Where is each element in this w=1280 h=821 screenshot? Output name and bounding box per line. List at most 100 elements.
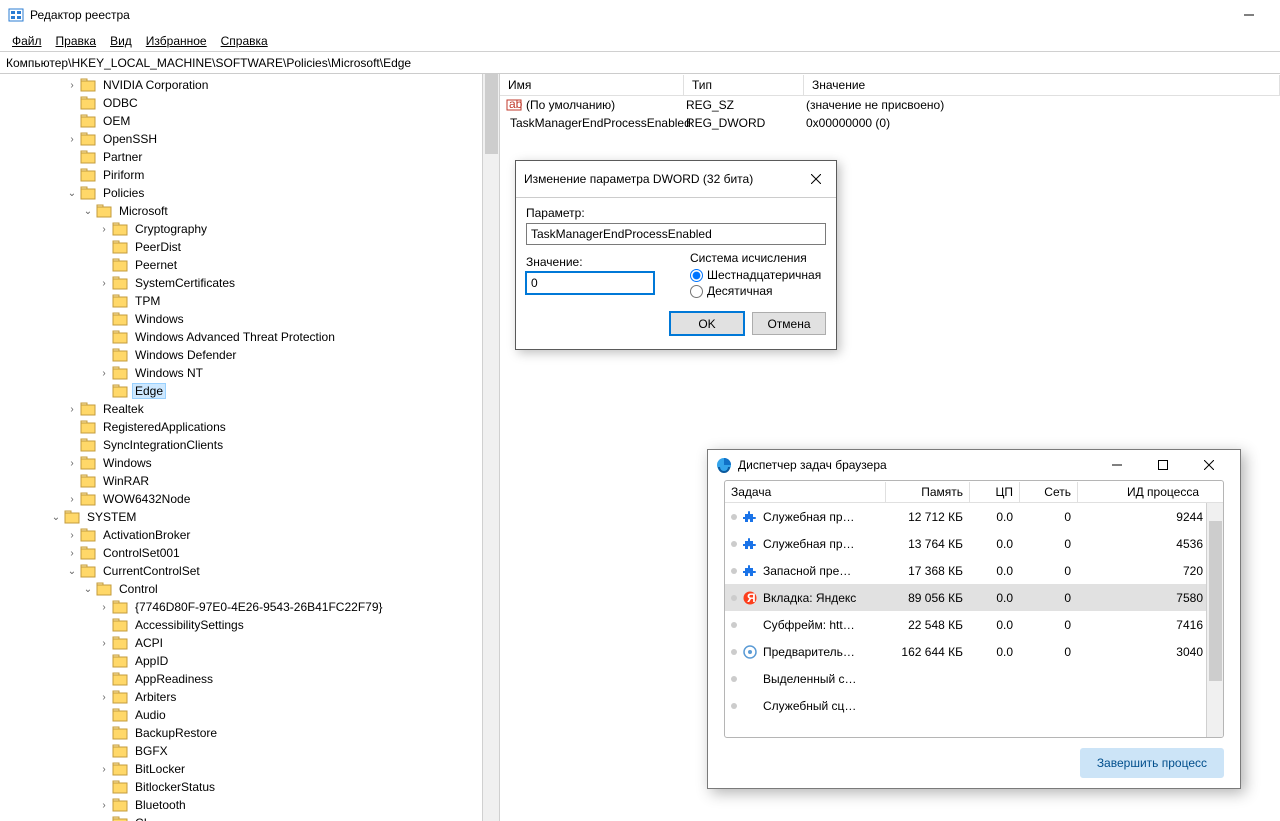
tree-item[interactable]: WinRAR [0,472,499,490]
col-name[interactable]: Имя [500,75,684,95]
process-row[interactable]: Выделенный с… [725,665,1223,692]
value-row[interactable]: ab(По умолчанию)REG_SZ(значение не присв… [500,96,1280,114]
tree-item[interactable]: Edge [0,382,499,400]
expander-icon[interactable]: › [64,494,80,505]
tree-scrollbar[interactable] [482,74,499,821]
tree-scroll-thumb[interactable] [485,74,498,154]
tree-item[interactable]: ›ACPI [0,634,499,652]
tree-item[interactable]: ›Arbiters [0,688,499,706]
tree-item[interactable]: ›ActivationBroker [0,526,499,544]
expander-icon[interactable]: › [64,80,80,91]
tree-item[interactable]: TPM [0,292,499,310]
cancel-button[interactable]: Отмена [752,312,826,335]
tree-item[interactable]: ›Bluetooth [0,796,499,814]
tree-item[interactable]: Piriform [0,166,499,184]
btm-scroll-thumb[interactable] [1209,521,1222,681]
tree-item[interactable]: BGFX [0,742,499,760]
tree-item[interactable]: PeerDist [0,238,499,256]
ok-button[interactable]: OK [670,312,744,335]
tree-item[interactable]: ⌄Microsoft [0,202,499,220]
col-data[interactable]: Значение [804,75,1280,95]
end-process-button[interactable]: Завершить процесс [1080,748,1224,778]
tree-item[interactable]: ›SystemCertificates [0,274,499,292]
tree-item[interactable]: ›OpenSSH [0,130,499,148]
expander-icon[interactable]: › [64,134,80,145]
btm-close-button[interactable] [1186,450,1232,480]
btm-minimize-button[interactable] [1094,450,1140,480]
tree-item[interactable]: AccessibilitySettings [0,616,499,634]
tree-item[interactable]: ›{7746D80F-97E0-4E26-9543-26B41FC22F79} [0,598,499,616]
param-input[interactable] [526,223,826,245]
menu-edit[interactable]: Правка [50,34,103,48]
tree-item[interactable]: ›Windows NT [0,364,499,382]
menu-favorites[interactable]: Избранное [140,34,213,48]
tree-item[interactable]: SyncIntegrationClients [0,436,499,454]
tree-item[interactable]: ›ControlSet001 [0,544,499,562]
tree-item[interactable]: ›Windows [0,454,499,472]
value-input[interactable] [526,272,654,294]
radio-dec[interactable]: Десятичная [690,284,821,298]
process-row[interactable]: Служебная пр…13 764 КБ0.004536 [725,530,1223,557]
tree-item[interactable]: ›WOW6432Node [0,490,499,508]
tree-item[interactable]: Peernet [0,256,499,274]
window-minimize-button[interactable] [1226,0,1272,30]
tree-item[interactable]: ›Cryptography [0,220,499,238]
tree-item[interactable]: ODBC [0,94,499,112]
tree-item[interactable]: ›Realtek [0,400,499,418]
expander-icon[interactable]: › [64,530,80,541]
tree-item[interactable]: ⌄SYSTEM [0,508,499,526]
expander-icon[interactable]: › [96,692,112,703]
registry-tree[interactable]: ›NVIDIA CorporationODBCOEM›OpenSSHPartne… [0,74,499,821]
tree-item[interactable]: CI [0,814,499,821]
process-row[interactable]: Предваритель…162 644 КБ0.003040 [725,638,1223,665]
value-row[interactable]: 011TaskManagerEndProcessEnabledREG_DWORD… [500,114,1280,132]
process-row[interactable]: Служебная пр…12 712 КБ0.009244 [725,503,1223,530]
expander-icon[interactable]: › [96,224,112,235]
expander-icon[interactable]: ⌄ [64,188,80,199]
tree-item[interactable]: AppReadiness [0,670,499,688]
process-row[interactable]: ЯВкладка: Яндекс89 056 КБ0.007580 [725,584,1223,611]
tree-item[interactable]: BackupRestore [0,724,499,742]
btm-col-pid[interactable]: ИД процесса [1077,482,1223,502]
btm-scrollbar[interactable] [1206,503,1223,737]
btm-col-task[interactable]: Задача [725,482,885,502]
btm-col-memory[interactable]: Память [885,482,969,502]
tree-item[interactable]: Audio [0,706,499,724]
menu-file[interactable]: Файл [6,34,48,48]
tree-item[interactable]: Windows Advanced Threat Protection [0,328,499,346]
expander-icon[interactable]: ⌄ [80,584,96,595]
process-row[interactable]: Запасной пре…17 368 КБ0.00720 [725,557,1223,584]
expander-icon[interactable]: › [64,404,80,415]
expander-icon[interactable]: › [96,764,112,775]
expander-icon[interactable]: › [96,638,112,649]
tree-item[interactable]: ⌄CurrentControlSet [0,562,499,580]
tree-item[interactable]: Windows [0,310,499,328]
address-input[interactable] [6,54,1274,72]
expander-icon[interactable]: › [64,458,80,469]
tree-item[interactable]: OEM [0,112,499,130]
tree-item[interactable]: ⌄Control [0,580,499,598]
tree-item[interactable]: BitlockerStatus [0,778,499,796]
tree-item[interactable]: ›BitLocker [0,760,499,778]
menu-view[interactable]: Вид [104,34,138,48]
dword-close-button[interactable] [804,167,828,191]
btm-process-list[interactable]: Служебная пр…12 712 КБ0.009244Служебная … [725,503,1223,737]
expander-icon[interactable]: › [96,278,112,289]
tree-item[interactable]: AppID [0,652,499,670]
radio-hex[interactable]: Шестнадцатеричная [690,268,821,282]
col-type[interactable]: Тип [684,75,804,95]
expander-icon[interactable]: › [96,800,112,811]
expander-icon[interactable]: › [64,548,80,559]
process-row[interactable]: Служебный сц… [725,692,1223,719]
btm-maximize-button[interactable] [1140,450,1186,480]
expander-icon[interactable]: › [96,602,112,613]
menu-help[interactable]: Справка [215,34,274,48]
btm-col-cpu[interactable]: ЦП [969,482,1019,502]
expander-icon[interactable]: ⌄ [48,512,64,523]
radio-dec-input[interactable] [690,285,703,298]
process-row[interactable]: Субфрейм: htt…22 548 КБ0.007416 [725,611,1223,638]
values-list[interactable]: ab(По умолчанию)REG_SZ(значение не присв… [500,96,1280,132]
tree-item[interactable]: Partner [0,148,499,166]
tree-item[interactable]: RegisteredApplications [0,418,499,436]
expander-icon[interactable]: › [96,368,112,379]
